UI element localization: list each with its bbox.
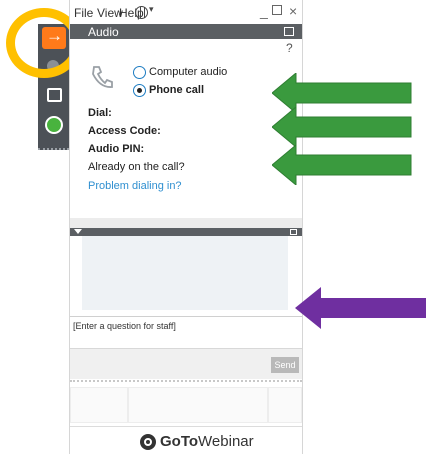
panel-gap bbox=[70, 218, 302, 228]
help-button[interactable]: ? bbox=[286, 41, 293, 55]
brand-footer: GoToWebinar bbox=[70, 426, 302, 455]
minimize-button[interactable]: _ bbox=[260, 3, 268, 19]
gotowebinar-logo-icon bbox=[140, 434, 156, 450]
send-button[interactable]: Send bbox=[271, 357, 299, 373]
language-dropdown-caret-icon[interactable]: ▾ bbox=[149, 4, 154, 15]
restore-button[interactable] bbox=[272, 5, 282, 15]
gotowebinar-control-panel: File View Help ▾ _ × Audio ? Computer au… bbox=[69, 0, 303, 454]
resize-grip[interactable] bbox=[70, 380, 302, 386]
phone-call-label[interactable]: Phone call bbox=[149, 84, 204, 96]
green-arrow-2 bbox=[272, 107, 412, 147]
globe-icon[interactable] bbox=[135, 6, 148, 19]
audio-panel-title: Audio bbox=[88, 25, 119, 39]
access-code-label: Access Code: bbox=[88, 125, 161, 137]
menu-file[interactable]: File bbox=[74, 6, 93, 20]
phone-icon bbox=[92, 66, 113, 88]
purple-arrow bbox=[295, 287, 426, 329]
question-input[interactable]: [Enter a question for staff] bbox=[70, 316, 302, 349]
bottom-panel-right bbox=[268, 387, 302, 423]
bottom-panel-center bbox=[128, 387, 268, 423]
questions-popout-icon[interactable] bbox=[290, 229, 297, 235]
screen-icon[interactable] bbox=[42, 84, 66, 106]
popout-icon[interactable] bbox=[284, 27, 294, 36]
problem-dialing-link[interactable]: Problem dialing in? bbox=[88, 180, 182, 192]
questions-panel-header[interactable] bbox=[70, 228, 302, 236]
phone-call-radio[interactable] bbox=[133, 84, 146, 97]
collapse-triangle-icon[interactable] bbox=[74, 229, 82, 234]
computer-audio-label[interactable]: Computer audio bbox=[149, 66, 227, 78]
green-arrow-3 bbox=[272, 145, 412, 185]
menu-bar: File View Help ▾ _ × bbox=[70, 0, 302, 24]
raise-hand-icon[interactable] bbox=[42, 114, 66, 136]
audio-pin-label: Audio PIN: bbox=[88, 143, 145, 155]
close-button[interactable]: × bbox=[289, 3, 297, 19]
questions-log-area bbox=[82, 236, 288, 310]
brand-name: GoToWebinar bbox=[160, 433, 254, 450]
already-on-call-text: Already on the call? bbox=[88, 161, 185, 173]
computer-audio-radio[interactable] bbox=[133, 66, 146, 79]
dial-label: Dial: bbox=[88, 107, 112, 119]
bottom-panel-left bbox=[70, 387, 128, 423]
send-row: Send bbox=[70, 348, 302, 379]
question-input-placeholder: [Enter a question for staff] bbox=[73, 321, 176, 331]
audio-panel-header[interactable]: Audio bbox=[70, 24, 302, 39]
